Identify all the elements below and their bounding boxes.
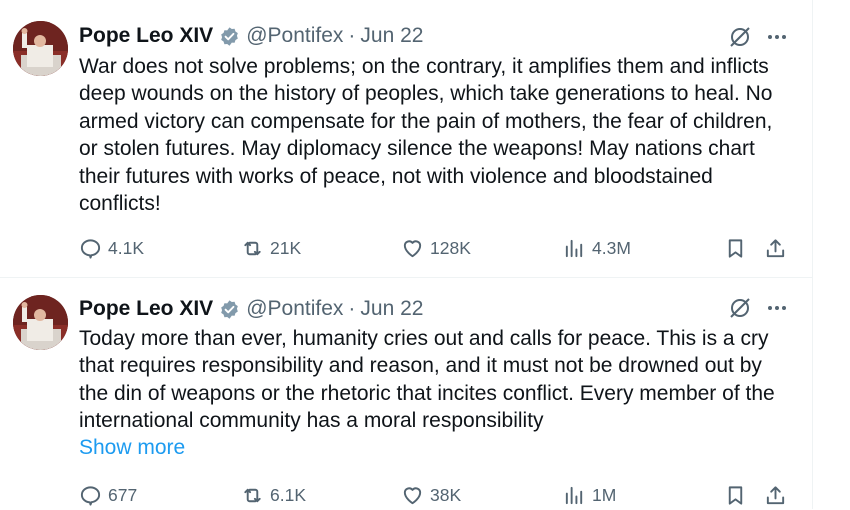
tweet-header: Pope Leo XIV @Pontifex · Jun 22 — [79, 22, 423, 50]
grok-icon[interactable] — [728, 25, 752, 49]
view-count: 4.3M — [592, 237, 631, 258]
like-count: 128K — [430, 237, 471, 258]
separator-dot: · — [348, 24, 356, 47]
avatar[interactable] — [13, 295, 68, 350]
views-button[interactable]: 1M — [563, 480, 616, 510]
repost-icon — [244, 488, 261, 502]
grok-icon[interactable] — [728, 296, 752, 320]
bookmark-icon — [728, 485, 743, 505]
action-bar: 677 6.1K 38K 1M — [79, 480, 799, 510]
like-button[interactable]: 128K — [401, 233, 471, 263]
tweet-date[interactable]: Jun 22 — [360, 24, 423, 48]
views-icon — [565, 239, 583, 257]
tweet[interactable]: Pope Leo XIV @Pontifex · Jun 22 Today mo… — [0, 278, 812, 509]
reply-count: 677 — [108, 484, 138, 505]
tweet[interactable]: Pope Leo XIV @Pontifex · Jun 22 War does… — [0, 0, 812, 278]
like-icon — [403, 486, 422, 504]
verified-badge-icon — [219, 26, 240, 47]
separator-dot: · — [348, 297, 356, 320]
repost-icon — [244, 241, 261, 255]
repost-count: 21K — [270, 237, 302, 258]
reply-icon — [80, 238, 101, 259]
tweet-text: War does not solve problems; on the cont… — [79, 55, 773, 216]
reply-button[interactable]: 677 — [79, 480, 137, 510]
bookmark-icon — [728, 238, 743, 258]
like-button[interactable]: 38K — [401, 480, 461, 510]
author-handle[interactable]: @Pontifex — [246, 24, 343, 48]
repost-count: 6.1K — [270, 484, 306, 505]
reply-count: 4.1K — [108, 237, 144, 258]
share-button[interactable] — [764, 233, 787, 263]
bookmark-button[interactable] — [724, 480, 747, 510]
avatar[interactable] — [13, 21, 68, 76]
more-icon[interactable] — [765, 296, 789, 320]
view-count: 1M — [592, 484, 617, 505]
tweet-text: Today more than ever, humanity cries out… — [79, 327, 775, 433]
verified-badge-icon — [219, 299, 240, 320]
show-more-link[interactable]: Show more — [79, 436, 185, 460]
views-icon — [565, 486, 583, 504]
author-name[interactable]: Pope Leo XIV — [79, 297, 213, 321]
share-icon — [766, 238, 785, 257]
author-handle[interactable]: @Pontifex — [246, 297, 343, 321]
reply-button[interactable]: 4.1K — [79, 233, 144, 263]
column-divider — [812, 0, 813, 509]
share-icon — [766, 485, 785, 504]
tweet-header: Pope Leo XIV @Pontifex · Jun 22 — [79, 295, 423, 323]
share-button[interactable] — [764, 480, 787, 510]
bookmark-button[interactable] — [724, 233, 747, 263]
like-count: 38K — [430, 484, 462, 505]
repost-button[interactable]: 6.1K — [241, 480, 306, 510]
tweet-date[interactable]: Jun 22 — [360, 297, 423, 321]
author-name[interactable]: Pope Leo XIV — [79, 24, 213, 48]
more-icon[interactable] — [765, 25, 789, 49]
repost-button[interactable]: 21K — [241, 233, 301, 263]
action-bar: 4.1K 21K 128K 4.3M — [79, 233, 799, 263]
reply-icon — [80, 485, 101, 506]
like-icon — [403, 239, 422, 257]
views-button[interactable]: 4.3M — [563, 233, 631, 263]
